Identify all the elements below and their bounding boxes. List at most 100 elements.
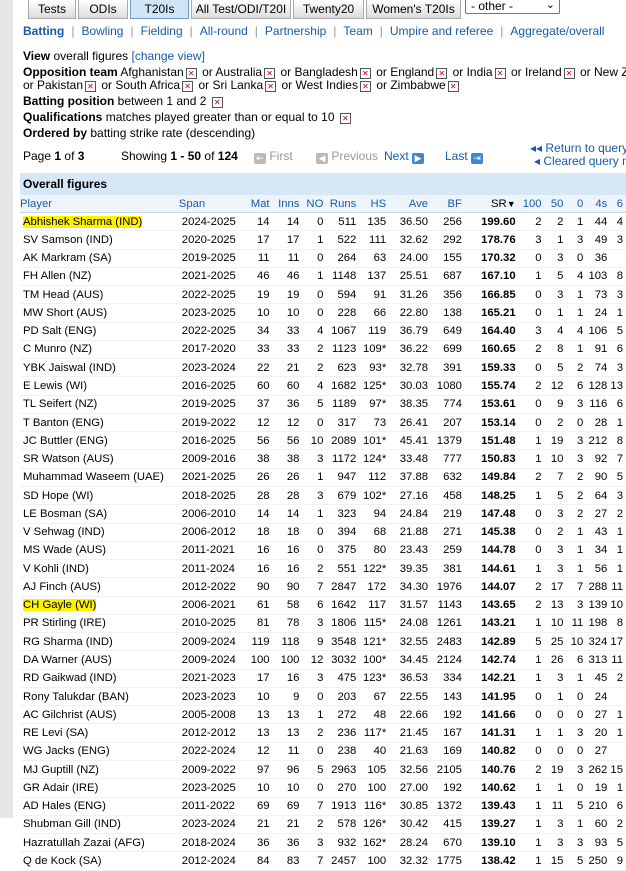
player-link[interactable]: T Banton (ENG): [20, 413, 179, 433]
cell-value: 155.74: [481, 380, 516, 393]
tab-women-s-t20is[interactable]: Women's T20Is: [366, 0, 461, 19]
column-header-runs[interactable]: Runs: [326, 195, 360, 213]
remove-filter-icon[interactable]: ✕: [85, 81, 97, 92]
player-link[interactable]: V Sehwag (IND): [20, 523, 179, 542]
tab-twenty20[interactable]: Twenty20: [293, 0, 364, 19]
cell-value: 375: [337, 544, 357, 557]
remove-filter-icon[interactable]: ✕: [563, 68, 575, 79]
player-link[interactable]: PD Salt (ENG): [20, 322, 179, 341]
column-header-player[interactable]: Player: [20, 195, 179, 213]
player-link[interactable]: AK Markram (SA): [20, 249, 179, 268]
player-link[interactable]: CH Gayle (WI): [20, 596, 179, 615]
column-header-hs[interactable]: HS: [359, 195, 390, 213]
cell-ave: 36.53: [389, 669, 432, 688]
player-link[interactable]: RE Levi (SA): [20, 723, 179, 743]
player-link[interactable]: RG Sharma (IND): [20, 632, 179, 652]
player-link[interactable]: Rony Talukdar (BAN): [20, 687, 179, 707]
next-page-button[interactable]: Next ▶: [384, 149, 425, 164]
first-page-button[interactable]: ⇤ First: [254, 149, 293, 164]
player-link[interactable]: Muhammad Waseem (UAE): [20, 468, 179, 487]
cell-6: 2: [610, 815, 626, 835]
cell-value: 2: [616, 672, 623, 685]
cell-value: 1: [577, 672, 584, 685]
column-header-100[interactable]: 100: [518, 195, 545, 213]
cell-value: 32.55: [399, 635, 429, 648]
remove-filter-icon[interactable]: ✕: [447, 81, 459, 92]
nav-item-all-round[interactable]: All-round: [200, 24, 248, 38]
cell-value: 1372: [436, 800, 462, 813]
nav-item-partnership[interactable]: Partnership: [265, 24, 326, 38]
column-header-mat[interactable]: Mat: [242, 195, 273, 213]
player-link[interactable]: MW Short (AUS): [20, 303, 179, 323]
cell-value: 2124: [436, 654, 462, 666]
remove-filter-icon[interactable]: ✕: [182, 81, 194, 92]
column-header-50[interactable]: 50: [544, 195, 567, 213]
cell-bf: 207: [431, 413, 465, 433]
column-header-0[interactable]: 0: [566, 195, 587, 213]
player-link[interactable]: RD Gaikwad (IND): [20, 669, 179, 688]
cell-0: 1: [566, 303, 587, 323]
player-link[interactable]: SV Samson (IND): [20, 230, 179, 250]
column-header-6[interactable]: 6: [610, 195, 626, 213]
player-link[interactable]: PR Stirling (IRE): [20, 614, 179, 634]
nav-item-team[interactable]: Team: [343, 24, 372, 38]
player-link[interactable]: AC Gilchrist (AUS): [20, 705, 179, 725]
player-link[interactable]: Shubman Gill (IND): [20, 815, 179, 835]
tab-t20is[interactable]: T20Is: [130, 0, 189, 19]
player-link[interactable]: DA Warner (AUS): [20, 650, 179, 670]
other-format-select[interactable]: - other - ⌄: [465, 0, 560, 14]
player-link[interactable]: AJ Finch (AUS): [20, 577, 179, 597]
last-page-button[interactable]: Last ⇥: [445, 149, 484, 164]
player-link[interactable]: WG Jacks (ENG): [20, 742, 179, 761]
column-header-4s[interactable]: 4s: [586, 195, 611, 213]
column-header-sr[interactable]: SR▼: [464, 195, 519, 213]
remove-filter-icon[interactable]: ✕: [339, 113, 351, 124]
remove-filter-icon[interactable]: ✕: [211, 97, 223, 108]
nav-item-bowling[interactable]: Bowling: [81, 24, 123, 38]
player-link[interactable]: C Munro (NZ): [20, 340, 179, 360]
player-link[interactable]: Hazratullah Zazai (AFG): [20, 833, 179, 853]
player-link[interactable]: JC Buttler (ENG): [20, 431, 179, 451]
cell-value: 5: [557, 489, 564, 502]
player-link[interactable]: V Kohli (IND): [20, 559, 179, 579]
cleared-query-link[interactable]: ◂ Cleared query m: [530, 155, 626, 168]
previous-page-button[interactable]: ◀ Previous: [316, 149, 378, 164]
nav-item-batting[interactable]: Batting: [23, 24, 64, 38]
column-header-bf[interactable]: BF: [431, 195, 465, 213]
player-link[interactable]: SD Hope (WI): [20, 486, 179, 506]
column-header-span[interactable]: Span: [178, 195, 243, 213]
nav-item-fielding[interactable]: Fielding: [141, 24, 183, 38]
player-link[interactable]: YBK Jaiswal (IND): [20, 358, 179, 378]
player-link[interactable]: MJ Guptill (NZ): [20, 760, 179, 780]
remove-filter-icon[interactable]: ✕: [359, 81, 371, 92]
cell-no: 1: [302, 267, 327, 287]
column-header-no[interactable]: NO: [302, 195, 327, 213]
cell-value: 32.56: [399, 763, 429, 776]
player-link[interactable]: GR Adair (IRE): [20, 778, 179, 798]
cell-hs: 66: [359, 303, 390, 323]
player-link[interactable]: MS Wade (AUS): [20, 541, 179, 561]
cell-value: 2: [535, 471, 542, 484]
remove-filter-icon[interactable]: ✕: [265, 81, 277, 92]
player-link[interactable]: AD Hales (ENG): [20, 797, 179, 816]
player-link[interactable]: E Lewis (WI): [20, 376, 179, 396]
next-label: Next: [384, 149, 409, 163]
tab-odis[interactable]: ODIs: [78, 0, 128, 19]
tab-all-test-odi-t20i[interactable]: All Test/ODI/T20I: [191, 0, 291, 19]
cell-50: 8: [544, 340, 567, 360]
player-link[interactable]: FH Allen (NZ): [20, 267, 179, 287]
column-header-ave[interactable]: Ave: [389, 195, 432, 213]
remove-filter-icon[interactable]: ✕: [494, 68, 506, 79]
nav-item-umpire-and-referee[interactable]: Umpire and referee: [390, 24, 493, 38]
player-link[interactable]: SR Watson (AUS): [20, 449, 179, 469]
player-link[interactable]: TL Seifert (NZ): [20, 395, 179, 414]
player-link[interactable]: LE Bosman (SA): [20, 504, 179, 524]
player-link[interactable]: Q de Kock (SA): [20, 851, 179, 871]
table-row: AC Gilchrist (AUS) 2005-2008 13 13 1 272 48 22.…: [20, 705, 626, 725]
column-header-inns[interactable]: Inns: [272, 195, 303, 213]
change-view-link[interactable]: [change view]: [132, 49, 205, 63]
nav-item-aggregate-overall[interactable]: Aggregate/overall: [510, 24, 604, 38]
player-link[interactable]: Abhishek Sharma (IND): [20, 212, 179, 232]
player-link[interactable]: TM Head (AUS): [20, 285, 179, 305]
tab-tests[interactable]: Tests: [28, 0, 76, 19]
